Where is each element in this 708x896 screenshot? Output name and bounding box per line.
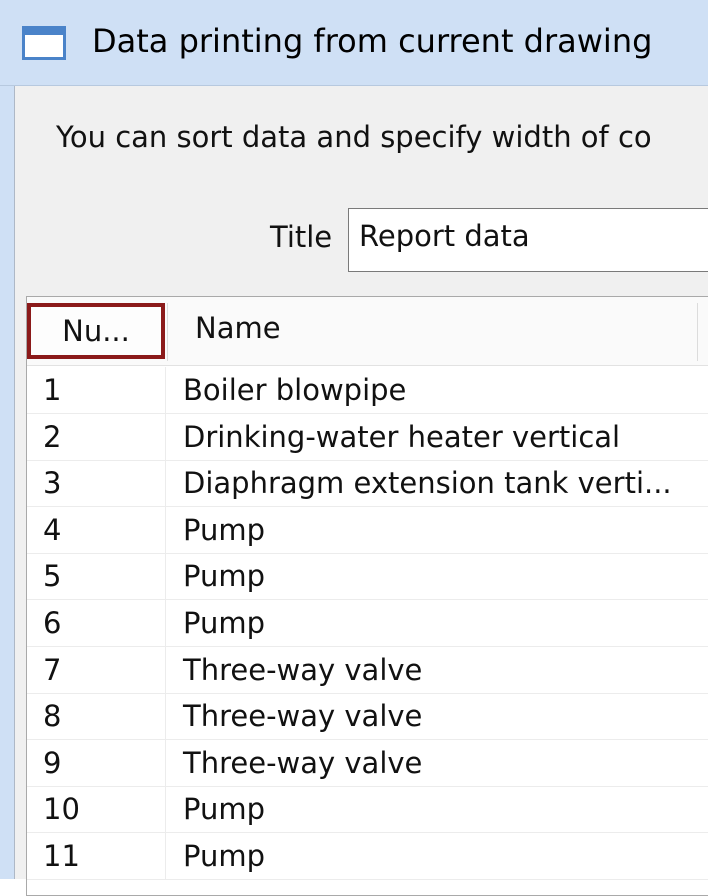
window-icon: [22, 26, 66, 60]
column-divider: [165, 786, 166, 833]
table-row[interactable]: 5 Pump: [27, 553, 708, 601]
title-label: Title: [270, 220, 333, 254]
column-divider: [165, 646, 166, 693]
window-title: Data printing from current drawing: [92, 22, 653, 60]
description-text: You can sort data and specify width of c…: [56, 120, 652, 154]
table-row[interactable]: 4 Pump: [27, 506, 708, 554]
row-name: Pump: [183, 839, 266, 873]
row-name: Three-way valve: [183, 745, 423, 780]
column-divider[interactable]: [697, 303, 698, 361]
row-name: Three-way valve: [183, 652, 423, 687]
row-name: Pump: [183, 559, 266, 594]
column-divider: [165, 600, 166, 646]
row-name: Diaphragm extension tank verti...: [183, 466, 672, 501]
table-row[interactable]: 11 Pump: [27, 833, 708, 880]
row-name: Pump: [183, 792, 266, 827]
column-divider: [165, 739, 166, 786]
list-header: Nu... Name: [27, 297, 708, 366]
row-number: 11: [43, 839, 80, 873]
column-divider: [165, 413, 166, 460]
row-number: 10: [43, 792, 80, 827]
row-number: 2: [43, 419, 62, 454]
table-row[interactable]: 3 Diaphragm extension tank verti...: [27, 460, 708, 508]
window-frame: [0, 86, 14, 879]
column-divider: [165, 553, 166, 600]
row-name: Three-way valve: [183, 699, 423, 734]
column-divider: [165, 367, 166, 413]
table-row[interactable]: 8 Three-way valve: [27, 693, 708, 741]
column-divider: [165, 460, 166, 507]
row-number: 1: [43, 373, 62, 407]
table-row[interactable]: 2 Drinking-water heater vertical: [27, 413, 708, 461]
column-divider[interactable]: [167, 303, 168, 361]
row-number: 8: [43, 699, 62, 734]
row-number: 6: [43, 606, 62, 640]
row-number: 3: [43, 466, 62, 501]
column-divider: [165, 833, 166, 879]
row-number: 9: [43, 745, 62, 780]
column-divider: [165, 693, 166, 740]
row-name: Drinking-water heater vertical: [183, 419, 621, 454]
table-row[interactable]: 1 Boiler blowpipe: [27, 367, 708, 414]
data-list[interactable]: Nu... Name 1 Boiler blowpipe 2 Drinking-wat…: [26, 296, 708, 896]
column-header-name[interactable]: Name: [195, 311, 281, 345]
row-number: 5: [43, 559, 62, 594]
window-titlebar: Data printing from current drawing: [0, 0, 708, 86]
row-number: 7: [43, 652, 62, 687]
column-header-number[interactable]: Nu...: [27, 303, 165, 359]
column-divider: [165, 506, 166, 553]
row-number: 4: [43, 512, 62, 547]
table-row[interactable]: 6 Pump: [27, 600, 708, 647]
table-row[interactable]: 9 Three-way valve: [27, 739, 708, 787]
row-name: Pump: [183, 512, 266, 547]
title-input[interactable]: Report data: [348, 208, 708, 272]
table-row[interactable]: 7 Three-way valve: [27, 646, 708, 694]
table-row[interactable]: 10 Pump: [27, 786, 708, 834]
row-name: Boiler blowpipe: [183, 373, 407, 407]
row-name: Pump: [183, 606, 266, 640]
